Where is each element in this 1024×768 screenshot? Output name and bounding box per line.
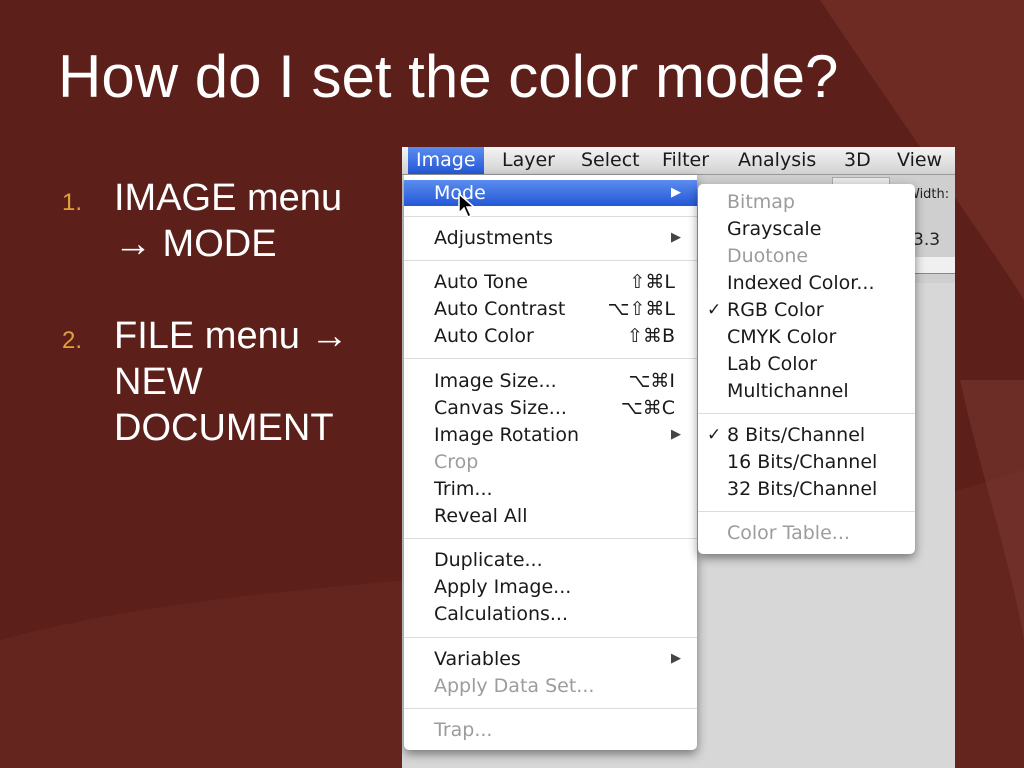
- menu-shortcut: ⇧⌘L: [629, 271, 675, 293]
- menu-divider: [698, 511, 915, 512]
- submenu-item-rgb-color[interactable]: ✓ RGB Color: [698, 297, 915, 323]
- submenu-item-duotone[interactable]: Duotone: [698, 243, 915, 269]
- menu-bar: Image Layer Select Filter Analysis 3D Vi…: [402, 147, 955, 175]
- menu-view[interactable]: View: [889, 147, 950, 174]
- menu-item-auto-color[interactable]: Auto Color ⇧⌘B: [404, 323, 697, 349]
- menu-analysis[interactable]: Analysis: [730, 147, 824, 174]
- checkmark-icon: ✓: [707, 425, 722, 445]
- menu-divider: [404, 637, 697, 638]
- menu-item-label: Bitmap: [727, 191, 795, 213]
- menu-item-label: CMYK Color: [727, 326, 837, 348]
- menu-item-image-rotation[interactable]: Image Rotation ▶: [404, 422, 697, 448]
- menu-item-label: Duotone: [727, 245, 809, 267]
- menu-shortcut: ⌥⌘C: [620, 397, 675, 419]
- menu-divider: [404, 538, 697, 539]
- menu-image[interactable]: Image: [408, 147, 484, 174]
- image-menu-dropdown: Mode ▶ Adjustments ▶ Auto Tone ⇧⌘L Auto …: [404, 175, 697, 750]
- submenu-item-cmyk-color[interactable]: CMYK Color: [698, 324, 915, 350]
- menu-item-calculations[interactable]: Calculations...: [404, 601, 697, 627]
- submenu-item-lab-color[interactable]: Lab Color: [698, 351, 915, 377]
- menu-item-label: Canvas Size...: [434, 397, 567, 419]
- menu-item-mode[interactable]: Mode ▶: [404, 180, 697, 206]
- menu-item-label: Adjustments: [434, 227, 553, 249]
- menu-filter[interactable]: Filter: [654, 147, 717, 174]
- menu-item-label: Apply Data Set...: [434, 675, 595, 697]
- list-item: 1. IMAGE menu → MODE: [62, 175, 372, 267]
- submenu-item-indexed-color[interactable]: Indexed Color...: [698, 270, 915, 296]
- menu-item-label: Crop: [434, 451, 479, 473]
- menu-item-trim[interactable]: Trim...: [404, 476, 697, 502]
- menu-divider: [404, 216, 697, 217]
- menu-shortcut: ⇧⌘B: [627, 325, 675, 347]
- menu-item-variables[interactable]: Variables ▶: [404, 646, 697, 672]
- list-text: IMAGE menu → MODE: [114, 177, 343, 265]
- menu-item-label: Auto Color: [434, 325, 534, 347]
- menu-item-canvas-size[interactable]: Canvas Size... ⌥⌘C: [404, 395, 697, 421]
- menu-item-duplicate[interactable]: Duplicate...: [404, 547, 697, 573]
- menu-item-auto-tone[interactable]: Auto Tone ⇧⌘L: [404, 269, 697, 295]
- menu-item-label: Lab Color: [727, 353, 817, 375]
- list-text: FILE menu → NEW DOCUMENT: [114, 315, 349, 449]
- submenu-item-color-table[interactable]: Color Table...: [698, 520, 915, 546]
- submenu-arrow-icon: ▶: [671, 427, 681, 442]
- menu-item-label: Color Table...: [727, 522, 850, 544]
- submenu-item-16-bits[interactable]: 16 Bits/Channel: [698, 449, 915, 475]
- menu-item-label: Variables: [434, 648, 521, 670]
- menu-item-label: Indexed Color...: [727, 272, 875, 294]
- arrow-cursor-icon: [458, 193, 477, 219]
- photoshop-screenshot: Image Layer Select Filter Analysis 3D Vi…: [402, 147, 955, 768]
- menu-item-label: 32 Bits/Channel: [727, 478, 878, 500]
- menu-item-label: Reveal All: [434, 505, 528, 527]
- menu-layer[interactable]: Layer: [494, 147, 563, 174]
- list-item: 2. FILE menu → NEW DOCUMENT: [62, 313, 372, 451]
- menu-divider: [404, 260, 697, 261]
- menu-item-label: Auto Contrast: [434, 298, 566, 320]
- menu-item-apply-image[interactable]: Apply Image...: [404, 574, 697, 600]
- list-number: 1.: [62, 189, 83, 216]
- submenu-item-bitmap[interactable]: Bitmap: [698, 189, 915, 215]
- checkmark-icon: ✓: [707, 300, 722, 320]
- mode-submenu: Bitmap Grayscale Duotone Indexed Color..…: [698, 184, 915, 554]
- menu-item-auto-contrast[interactable]: Auto Contrast ⌥⇧⌘L: [404, 296, 697, 322]
- submenu-arrow-icon: ▶: [671, 230, 681, 245]
- menu-item-label: Image Rotation: [434, 424, 580, 446]
- menu-item-adjustments[interactable]: Adjustments ▶: [404, 225, 697, 251]
- menu-item-label: Trim...: [434, 478, 493, 500]
- menu-item-crop[interactable]: Crop: [404, 449, 697, 475]
- menu-shortcut: ⌥⌘I: [628, 370, 676, 392]
- menu-item-label: 8 Bits/Channel: [727, 424, 866, 446]
- submenu-item-32-bits[interactable]: 32 Bits/Channel: [698, 476, 915, 502]
- submenu-arrow-icon: ▶: [671, 651, 681, 666]
- slide-title: How do I set the color mode?: [58, 43, 839, 110]
- menu-select[interactable]: Select: [573, 147, 648, 174]
- menu-item-label: Image Size...: [434, 370, 557, 392]
- submenu-item-grayscale[interactable]: Grayscale: [698, 216, 915, 242]
- list-number: 2.: [62, 327, 83, 354]
- menu-item-trap[interactable]: Trap...: [404, 717, 697, 743]
- menu-item-label: Calculations...: [434, 603, 569, 625]
- ruler: [912, 257, 955, 274]
- instruction-list: 1. IMAGE menu → MODE 2. FILE menu → NEW …: [62, 175, 372, 497]
- submenu-item-multichannel[interactable]: Multichannel: [698, 378, 915, 404]
- menu-divider: [404, 708, 697, 709]
- menu-item-label: Duplicate...: [434, 549, 543, 571]
- menu-item-image-size[interactable]: Image Size... ⌥⌘I: [404, 368, 697, 394]
- submenu-item-8-bits[interactable]: ✓ 8 Bits/Channel: [698, 422, 915, 448]
- menu-item-apply-data-set[interactable]: Apply Data Set...: [404, 673, 697, 699]
- menu-item-label: Auto Tone: [434, 271, 528, 293]
- menu-item-label: 16 Bits/Channel: [727, 451, 878, 473]
- menu-item-label: Apply Image...: [434, 576, 572, 598]
- menu-divider: [698, 413, 915, 414]
- menu-3d[interactable]: 3D: [836, 147, 879, 174]
- menu-item-label: Grayscale: [727, 218, 822, 240]
- menu-item-reveal-all[interactable]: Reveal All: [404, 503, 697, 529]
- menu-divider: [404, 358, 697, 359]
- menu-shortcut: ⌥⇧⌘L: [607, 298, 675, 320]
- submenu-arrow-icon: ▶: [671, 185, 681, 200]
- zoom-value: 3.3: [913, 230, 941, 250]
- menu-item-label: RGB Color: [727, 299, 824, 321]
- menu-item-label: Multichannel: [727, 380, 849, 402]
- menu-item-label: Trap...: [434, 719, 493, 741]
